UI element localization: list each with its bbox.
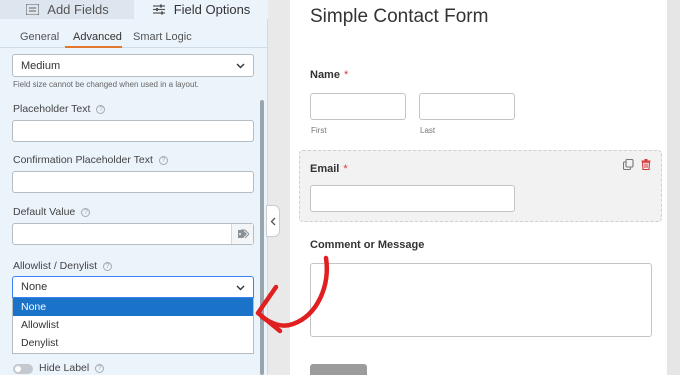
name-field-label: Name * — [310, 69, 348, 81]
tab-field-options-label: Field Options — [173, 2, 251, 17]
allowlist-label: Allowlist / Denylist ? — [13, 260, 113, 272]
help-icon[interactable]: ? — [158, 155, 168, 165]
email-input[interactable] — [310, 185, 515, 212]
hide-label-row: Hide Label ? — [39, 362, 105, 374]
allowlist-value: None — [21, 281, 48, 293]
first-sublabel: First — [311, 126, 327, 135]
required-mark: * — [343, 163, 348, 175]
hide-label-toggle[interactable] — [13, 364, 33, 374]
tab-add-fields[interactable]: Add Fields — [0, 0, 134, 19]
submit-button[interactable] — [310, 364, 367, 375]
last-sublabel: Last — [420, 126, 436, 135]
default-value-label-text: Default Value — [13, 206, 76, 218]
placeholder-text-input[interactable] — [12, 120, 254, 142]
placeholder-text-label-text: Placeholder Text — [13, 103, 91, 115]
first-name-input[interactable] — [310, 93, 406, 120]
duplicate-icon[interactable] — [623, 159, 634, 170]
form-preview: Simple Contact Form Name * First Last Ema… — [290, 0, 667, 375]
field-actions — [623, 159, 651, 170]
email-label-text: Email — [310, 163, 340, 175]
tab-add-fields-label: Add Fields — [47, 2, 109, 17]
email-field-card[interactable]: Email * — [299, 150, 662, 222]
hide-label-text: Hide Label — [39, 362, 90, 374]
default-value-label: Default Value ? — [13, 206, 91, 218]
last-name-input[interactable] — [419, 93, 515, 120]
panel-tabs: Add Fields Field Options — [0, 0, 268, 19]
field-size-select[interactable]: Medium — [12, 54, 254, 77]
trash-icon[interactable] — [641, 159, 651, 170]
option-none[interactable]: None — [13, 298, 253, 316]
list-icon — [25, 4, 39, 16]
tab-smart-logic[interactable]: Smart Logic — [133, 31, 192, 43]
tab-general[interactable]: General — [20, 31, 59, 43]
sliders-icon — [152, 4, 166, 16]
tag-icon — [237, 229, 249, 239]
panel-scrollbar[interactable] — [260, 100, 264, 375]
field-size-value: Medium — [21, 59, 61, 72]
confirmation-placeholder-label: Confirmation Placeholder Text ? — [13, 154, 168, 166]
tab-field-options[interactable]: Field Options — [134, 0, 268, 19]
right-gutter — [667, 0, 680, 375]
field-options-panel: Add Fields Field Options General Advance… — [0, 0, 268, 375]
comment-textarea[interactable] — [310, 263, 652, 337]
required-mark: * — [343, 69, 349, 81]
placeholder-text-label: Placeholder Text ? — [13, 103, 106, 115]
chevron-left-icon — [270, 217, 276, 225]
allowlist-select[interactable]: None — [12, 276, 254, 298]
confirmation-placeholder-label-text: Confirmation Placeholder Text — [13, 154, 153, 166]
default-value-input[interactable] — [12, 223, 254, 245]
smart-tags-button[interactable] — [231, 224, 253, 244]
option-allowlist[interactable]: Allowlist — [13, 316, 253, 334]
allowlist-options: None Allowlist Denylist — [12, 298, 254, 354]
collapse-panel-button[interactable] — [266, 205, 280, 237]
email-field-label: Email * — [310, 163, 348, 175]
chevron-down-icon — [236, 285, 245, 291]
option-denylist[interactable]: Denylist — [13, 334, 253, 352]
name-label-text: Name — [310, 69, 340, 81]
help-icon[interactable]: ? — [103, 261, 113, 271]
help-icon[interactable]: ? — [81, 207, 91, 217]
form-title: Simple Contact Form — [310, 6, 489, 27]
confirmation-placeholder-input[interactable] — [12, 171, 254, 193]
active-tab-indicator — [65, 46, 122, 48]
help-icon[interactable]: ? — [95, 363, 105, 373]
tab-advanced[interactable]: Advanced — [73, 31, 122, 43]
help-icon[interactable]: ? — [96, 104, 106, 114]
allowlist-label-text: Allowlist / Denylist — [13, 260, 98, 272]
field-size-note: Field size cannot be changed when used i… — [13, 80, 199, 89]
comment-field-label: Comment or Message — [310, 239, 425, 251]
option-sub-tabs: General Advanced Smart Logic — [0, 27, 268, 48]
chevron-down-icon — [236, 63, 245, 69]
